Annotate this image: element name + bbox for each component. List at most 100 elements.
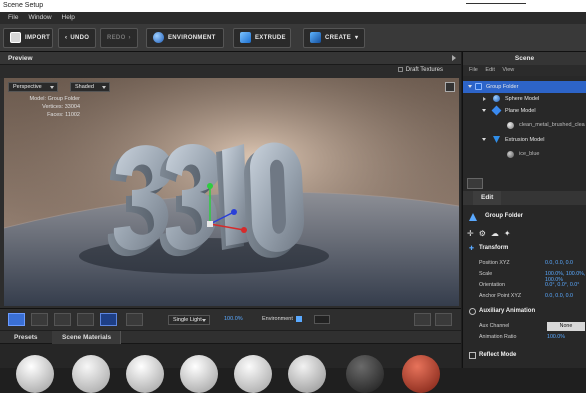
viewport-canvas[interactable]: Perspective Shaded Model: Group Folder V… <box>4 78 459 306</box>
transform-section-icon: ✚ <box>469 246 475 252</box>
tree-item-material-ice[interactable]: ice_blue <box>463 148 586 162</box>
extrude-button[interactable]: EXTRUDE <box>233 28 291 48</box>
tree-item-sphere-model[interactable]: Sphere Model <box>463 93 586 105</box>
aux-animation-title: Auxiliary Animation <box>479 308 536 314</box>
menu-window[interactable]: Window <box>28 12 51 24</box>
tab-presets[interactable]: Presets <box>4 331 48 344</box>
chevron-down-icon: ▾ <box>355 35 359 41</box>
camera-mode-dropdown[interactable]: Perspective <box>8 82 58 92</box>
scale-icon[interactable] <box>100 313 117 326</box>
display-icon[interactable] <box>435 313 452 326</box>
material-preset-pearl[interactable] <box>180 355 218 393</box>
property-scale-label: Scale <box>479 271 493 277</box>
title-bar-line <box>466 3 526 4</box>
maximize-viewport-icon[interactable] <box>445 82 455 92</box>
tree-expand-icon[interactable] <box>468 85 472 88</box>
extrusion-icon <box>493 136 500 143</box>
scene-panel-title: Scene <box>514 55 535 62</box>
add-folder-icon[interactable] <box>467 178 483 189</box>
tab-scene-materials[interactable]: Scene Materials <box>52 331 122 344</box>
scene-tree: Group Folder Sphere Model Plane Model cl… <box>463 76 586 186</box>
undo-button[interactable]: ‹ UNDO <box>58 28 96 48</box>
camera-icon[interactable] <box>8 313 25 326</box>
tree-expand-icon[interactable] <box>483 97 486 101</box>
tree-item-extrusion-model[interactable]: Extrusion Model <box>463 134 586 146</box>
move-icon[interactable] <box>54 313 71 326</box>
animation-ratio-value[interactable]: 100.0% <box>547 334 565 340</box>
edit-object-name: Group Folder <box>485 213 523 219</box>
axis-icon[interactable] <box>126 313 143 326</box>
animation-ratio-label: Animation Ratio <box>479 334 517 340</box>
plane-icon <box>491 105 502 116</box>
model-info-vertices: Vertices: 33004 <box>42 104 80 110</box>
sphere-icon <box>493 95 500 102</box>
tree-item-plane-model[interactable]: Plane Model <box>463 105 586 117</box>
material-preset-white[interactable] <box>16 355 54 393</box>
material-sphere-icon <box>507 151 514 158</box>
environment-label: Environment <box>262 316 293 322</box>
environment-color-swatch[interactable] <box>314 315 330 324</box>
aux-channel-dropdown[interactable]: None <box>547 322 585 331</box>
viewport-toolbar: Single Light 100.0% Environment <box>0 308 461 330</box>
group-folder-icon <box>469 213 477 221</box>
model-info-model: Model: Group Folder <box>29 96 80 102</box>
menu-file[interactable]: File <box>8 12 18 24</box>
tab-edit[interactable]: Edit <box>473 191 502 205</box>
material-preset-chrome[interactable] <box>126 355 164 393</box>
presets-tab-bar: Presets Scene Materials <box>0 331 461 344</box>
light-intensity-value[interactable]: 100.0% <box>224 316 243 322</box>
menu-bar: File Window Help <box>0 12 586 24</box>
transform-title: Transform <box>479 245 509 251</box>
create-button[interactable]: CREATE ▾ <box>303 28 365 48</box>
property-anchor-value[interactable]: 0.0, 0.0, 0.0 <box>545 293 573 299</box>
tree-expand-icon[interactable] <box>482 109 486 112</box>
material-preset-black[interactable] <box>346 355 384 393</box>
material-preset-matte[interactable] <box>234 355 272 393</box>
tree-expand-icon[interactable] <box>482 138 486 141</box>
draft-textures-checkbox[interactable] <box>397 67 403 72</box>
rotate-icon[interactable] <box>77 313 94 326</box>
material-preset-silver[interactable] <box>72 355 110 393</box>
property-position-label: Position XYZ <box>479 260 510 266</box>
preview-title: Preview <box>8 55 33 62</box>
right-panel: Scene File Edit View Group Folder Sphere… <box>462 52 586 368</box>
globe-icon <box>153 31 164 43</box>
tab-divider <box>120 331 121 344</box>
tree-item-group-folder[interactable]: Group Folder <box>463 81 586 93</box>
redo-button[interactable]: REDO › <box>100 28 138 48</box>
window-title-bar: Scene Setup <box>0 0 586 12</box>
property-anchor-label: Anchor Point XYZ <box>479 293 522 299</box>
main-toolbar: IMPORT ‹ UNDO REDO › ENVIRONMENT EXTRUDE C… <box>0 24 586 52</box>
material-preset-red[interactable] <box>402 355 440 393</box>
preview-header: Preview <box>0 52 461 65</box>
record-icon[interactable] <box>414 313 431 326</box>
scene-panel-header: Scene <box>463 52 586 65</box>
select-arrow-icon[interactable] <box>31 313 48 326</box>
material-preset-plastic[interactable] <box>288 355 326 393</box>
redo-arrow-icon: › <box>128 35 131 41</box>
aux-channel-label: Aux Channel <box>479 323 510 329</box>
transform-tool-icons[interactable]: ✛⚙☁✦ <box>467 229 547 239</box>
import-button[interactable]: IMPORT <box>3 28 53 48</box>
aux-animation-icon <box>469 308 476 315</box>
menu-help[interactable]: Help <box>62 12 75 24</box>
scene-panel-menu: File Edit View <box>463 65 586 76</box>
preview-subbar: Draft Textures <box>0 65 461 78</box>
edit-panel-header: Edit <box>463 191 586 205</box>
presets-panel: Presets Scene Materials <box>0 331 461 393</box>
environment-button[interactable]: ENVIRONMENT <box>146 28 224 48</box>
shading-mode-dropdown[interactable]: Shaded <box>70 82 110 92</box>
extruded-text <box>107 142 305 258</box>
import-icon <box>10 31 21 43</box>
scene-menu-view[interactable]: View <box>502 67 514 73</box>
property-position-value[interactable]: 0.0, 0.0, 0.0 <box>545 260 573 266</box>
folder-icon <box>475 83 482 90</box>
draft-textures-toggle[interactable]: Draft Textures <box>397 67 443 73</box>
tree-item-material-brushed[interactable]: clean_metal_brushed_clea <box>463 119 586 133</box>
property-orientation-value[interactable]: 0.0°, 0.0°, 0.0° <box>545 282 579 288</box>
panel-collapse-icon[interactable] <box>452 55 456 61</box>
scene-menu-edit[interactable]: Edit <box>485 67 494 73</box>
light-mode-dropdown[interactable]: Single Light <box>168 315 210 325</box>
environment-checkbox[interactable] <box>296 316 302 322</box>
scene-menu-file[interactable]: File <box>469 67 478 73</box>
